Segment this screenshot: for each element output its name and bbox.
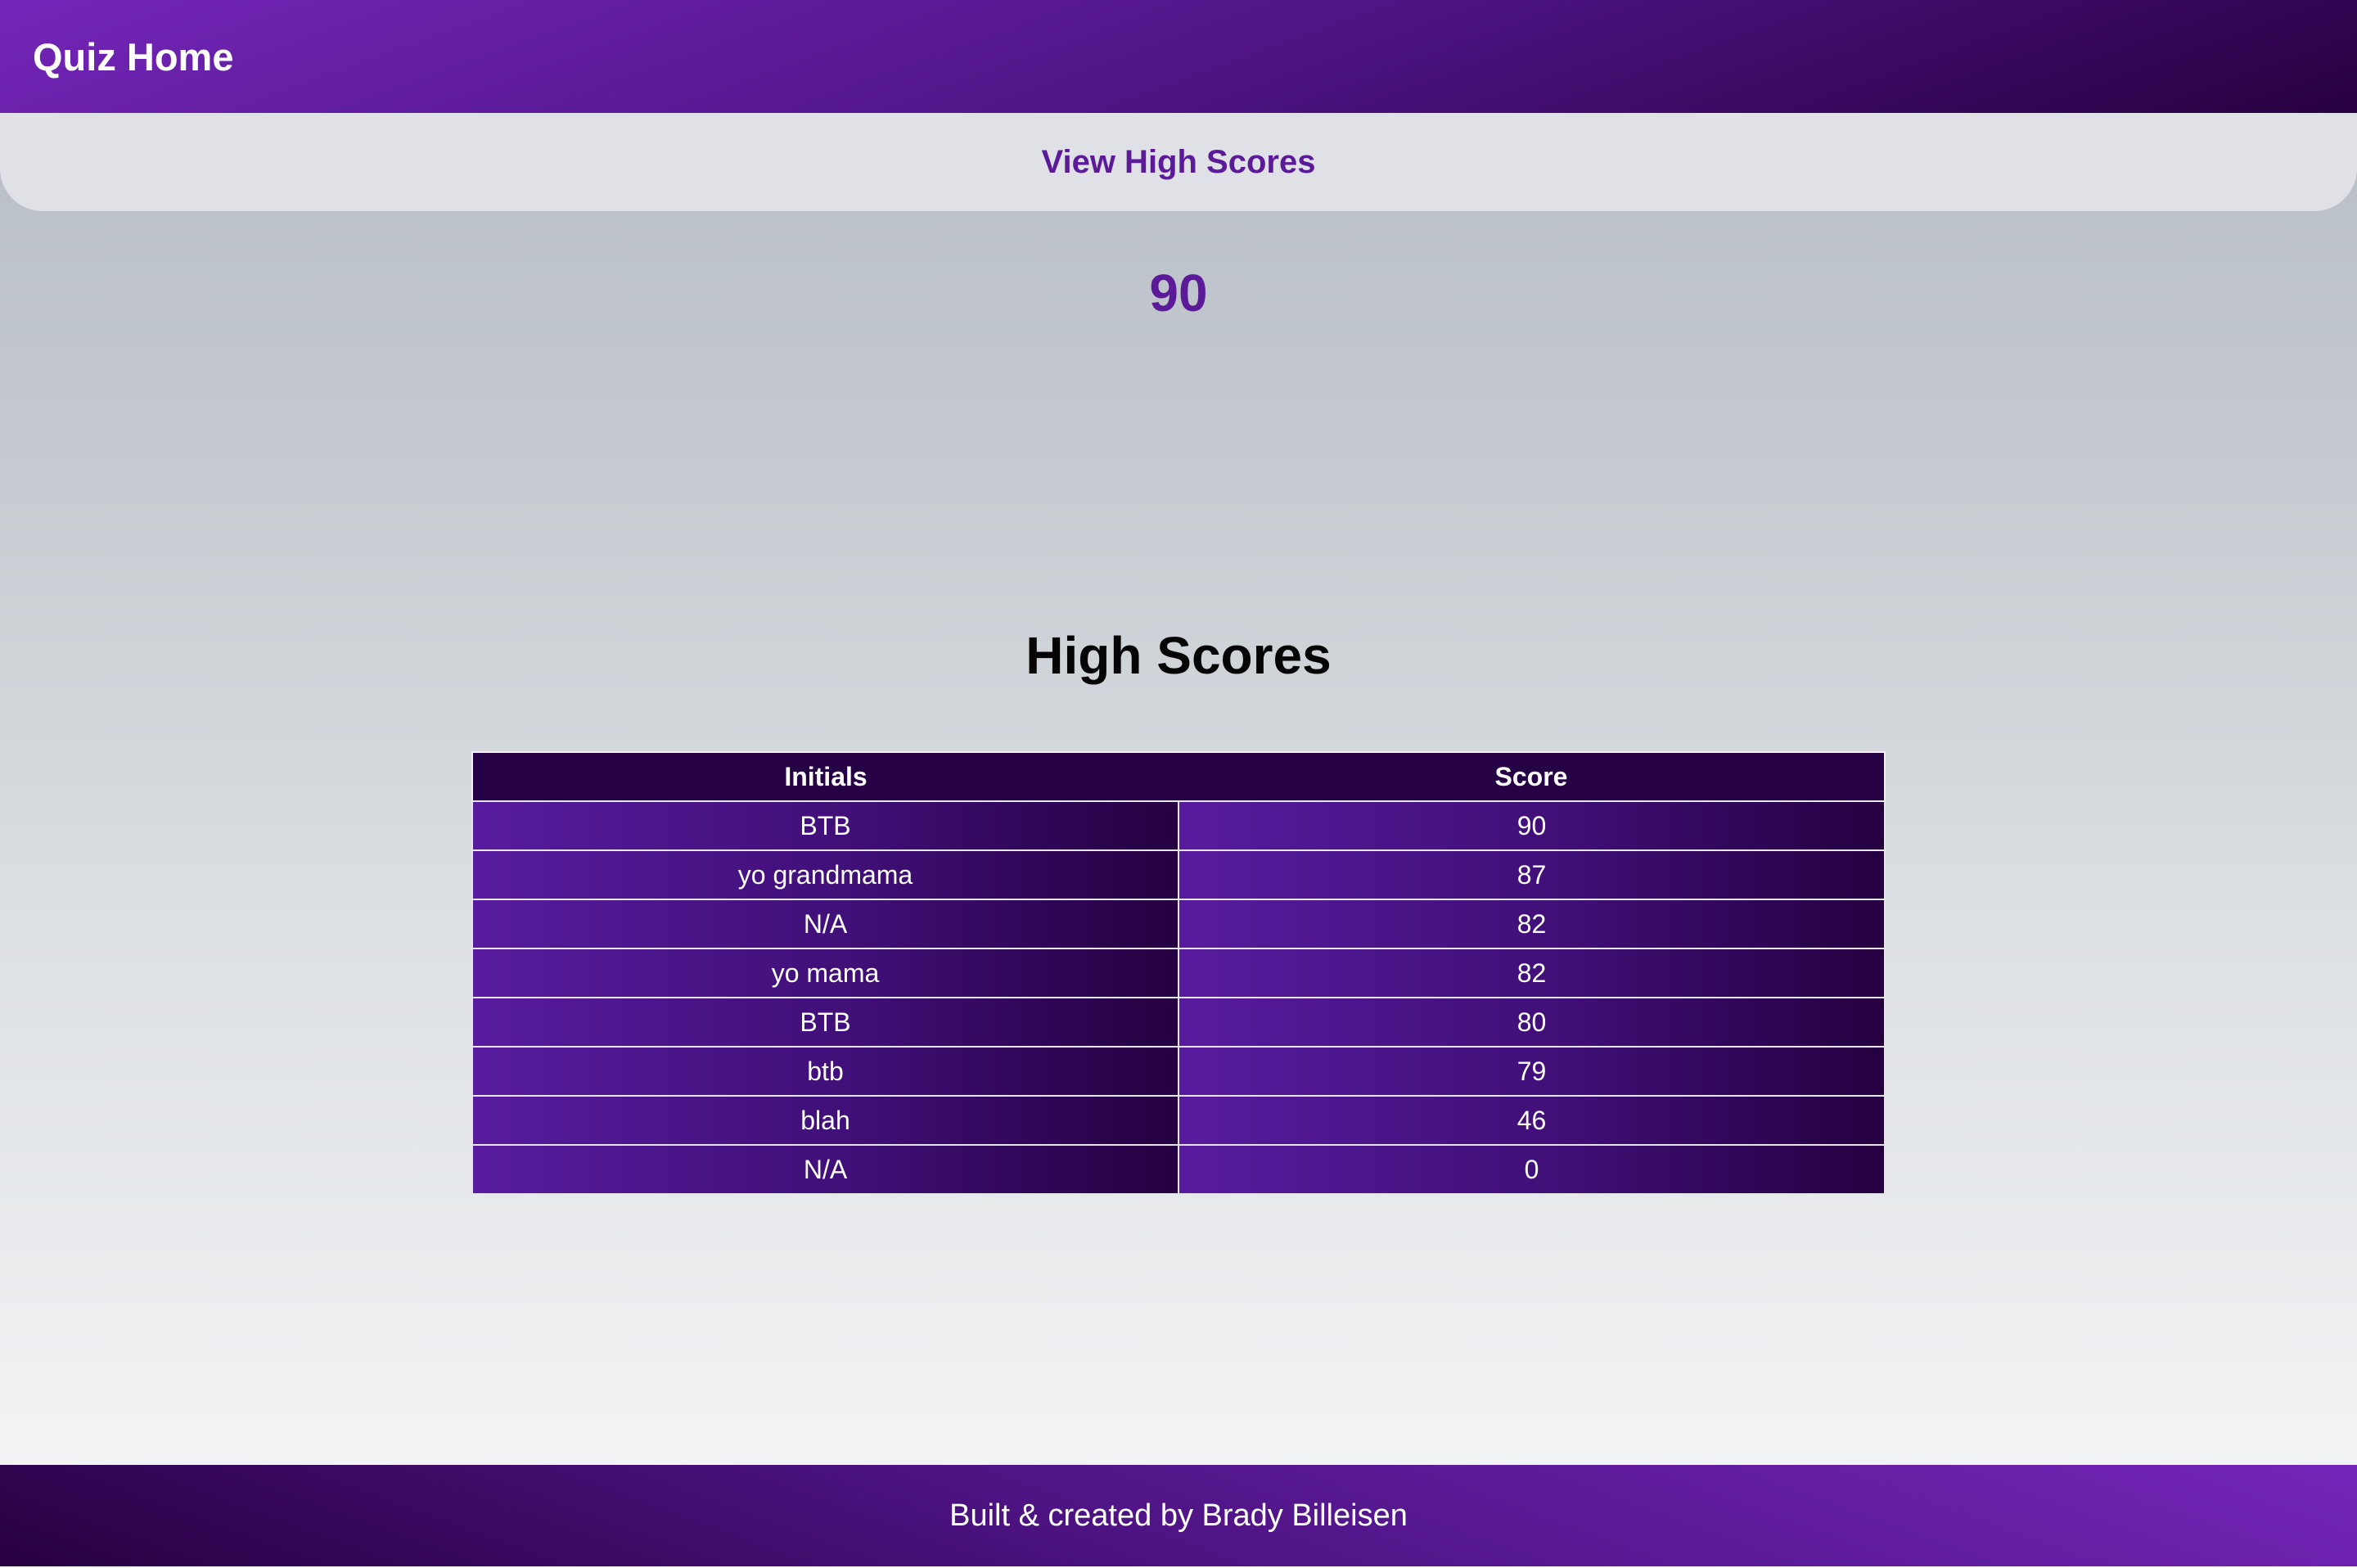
score-cell: 82: [1178, 948, 1886, 998]
score-cell: 82: [1178, 899, 1886, 949]
table-row: yo grandmama 87: [471, 849, 1886, 900]
high-scores-title: High Scores: [1025, 626, 1332, 685]
score-cell: 0: [1178, 1144, 1886, 1195]
score-cell: 87: [1178, 849, 1886, 900]
table-row: blah 46: [471, 1095, 1886, 1146]
table-row: N/A 82: [471, 899, 1886, 949]
top-header: Quiz Home: [0, 0, 2357, 113]
initials-cell: N/A: [471, 1144, 1179, 1195]
initials-cell: yo mama: [471, 948, 1179, 998]
score-cell: 90: [1178, 800, 1886, 851]
quiz-home-link[interactable]: Quiz Home: [33, 34, 233, 79]
table-row: BTB 90: [471, 800, 1886, 851]
table-row: BTB 80: [471, 997, 1886, 1048]
initials-cell: yo grandmama: [471, 849, 1179, 900]
initials-cell: N/A: [471, 899, 1179, 949]
table-row: yo mama 82: [471, 948, 1886, 998]
column-header-initials: Initials: [472, 752, 1178, 801]
initials-cell: blah: [471, 1095, 1179, 1146]
footer-credit: Built & created by Brady Billeisen: [949, 1498, 1408, 1533]
table-row: btb 79: [471, 1046, 1886, 1097]
initials-cell: BTB: [471, 997, 1179, 1048]
score-cell: 80: [1178, 997, 1886, 1048]
score-cell: 79: [1178, 1046, 1886, 1097]
high-scores-table: Initials Score BTB 90 yo grandmama 87 N/…: [471, 751, 1886, 1195]
initials-cell: BTB: [471, 800, 1179, 851]
current-score: 90: [1149, 264, 1208, 322]
initials-cell: btb: [471, 1046, 1179, 1097]
table-header-row: Initials Score: [472, 752, 1885, 801]
table-row: N/A 0: [471, 1144, 1886, 1195]
subnav-bar: View High Scores: [0, 113, 2357, 211]
score-cell: 46: [1178, 1095, 1886, 1146]
page-footer: Built & created by Brady Billeisen: [0, 1465, 2357, 1566]
column-header-score: Score: [1178, 752, 1885, 801]
view-high-scores-link[interactable]: View High Scores: [1042, 144, 1316, 181]
